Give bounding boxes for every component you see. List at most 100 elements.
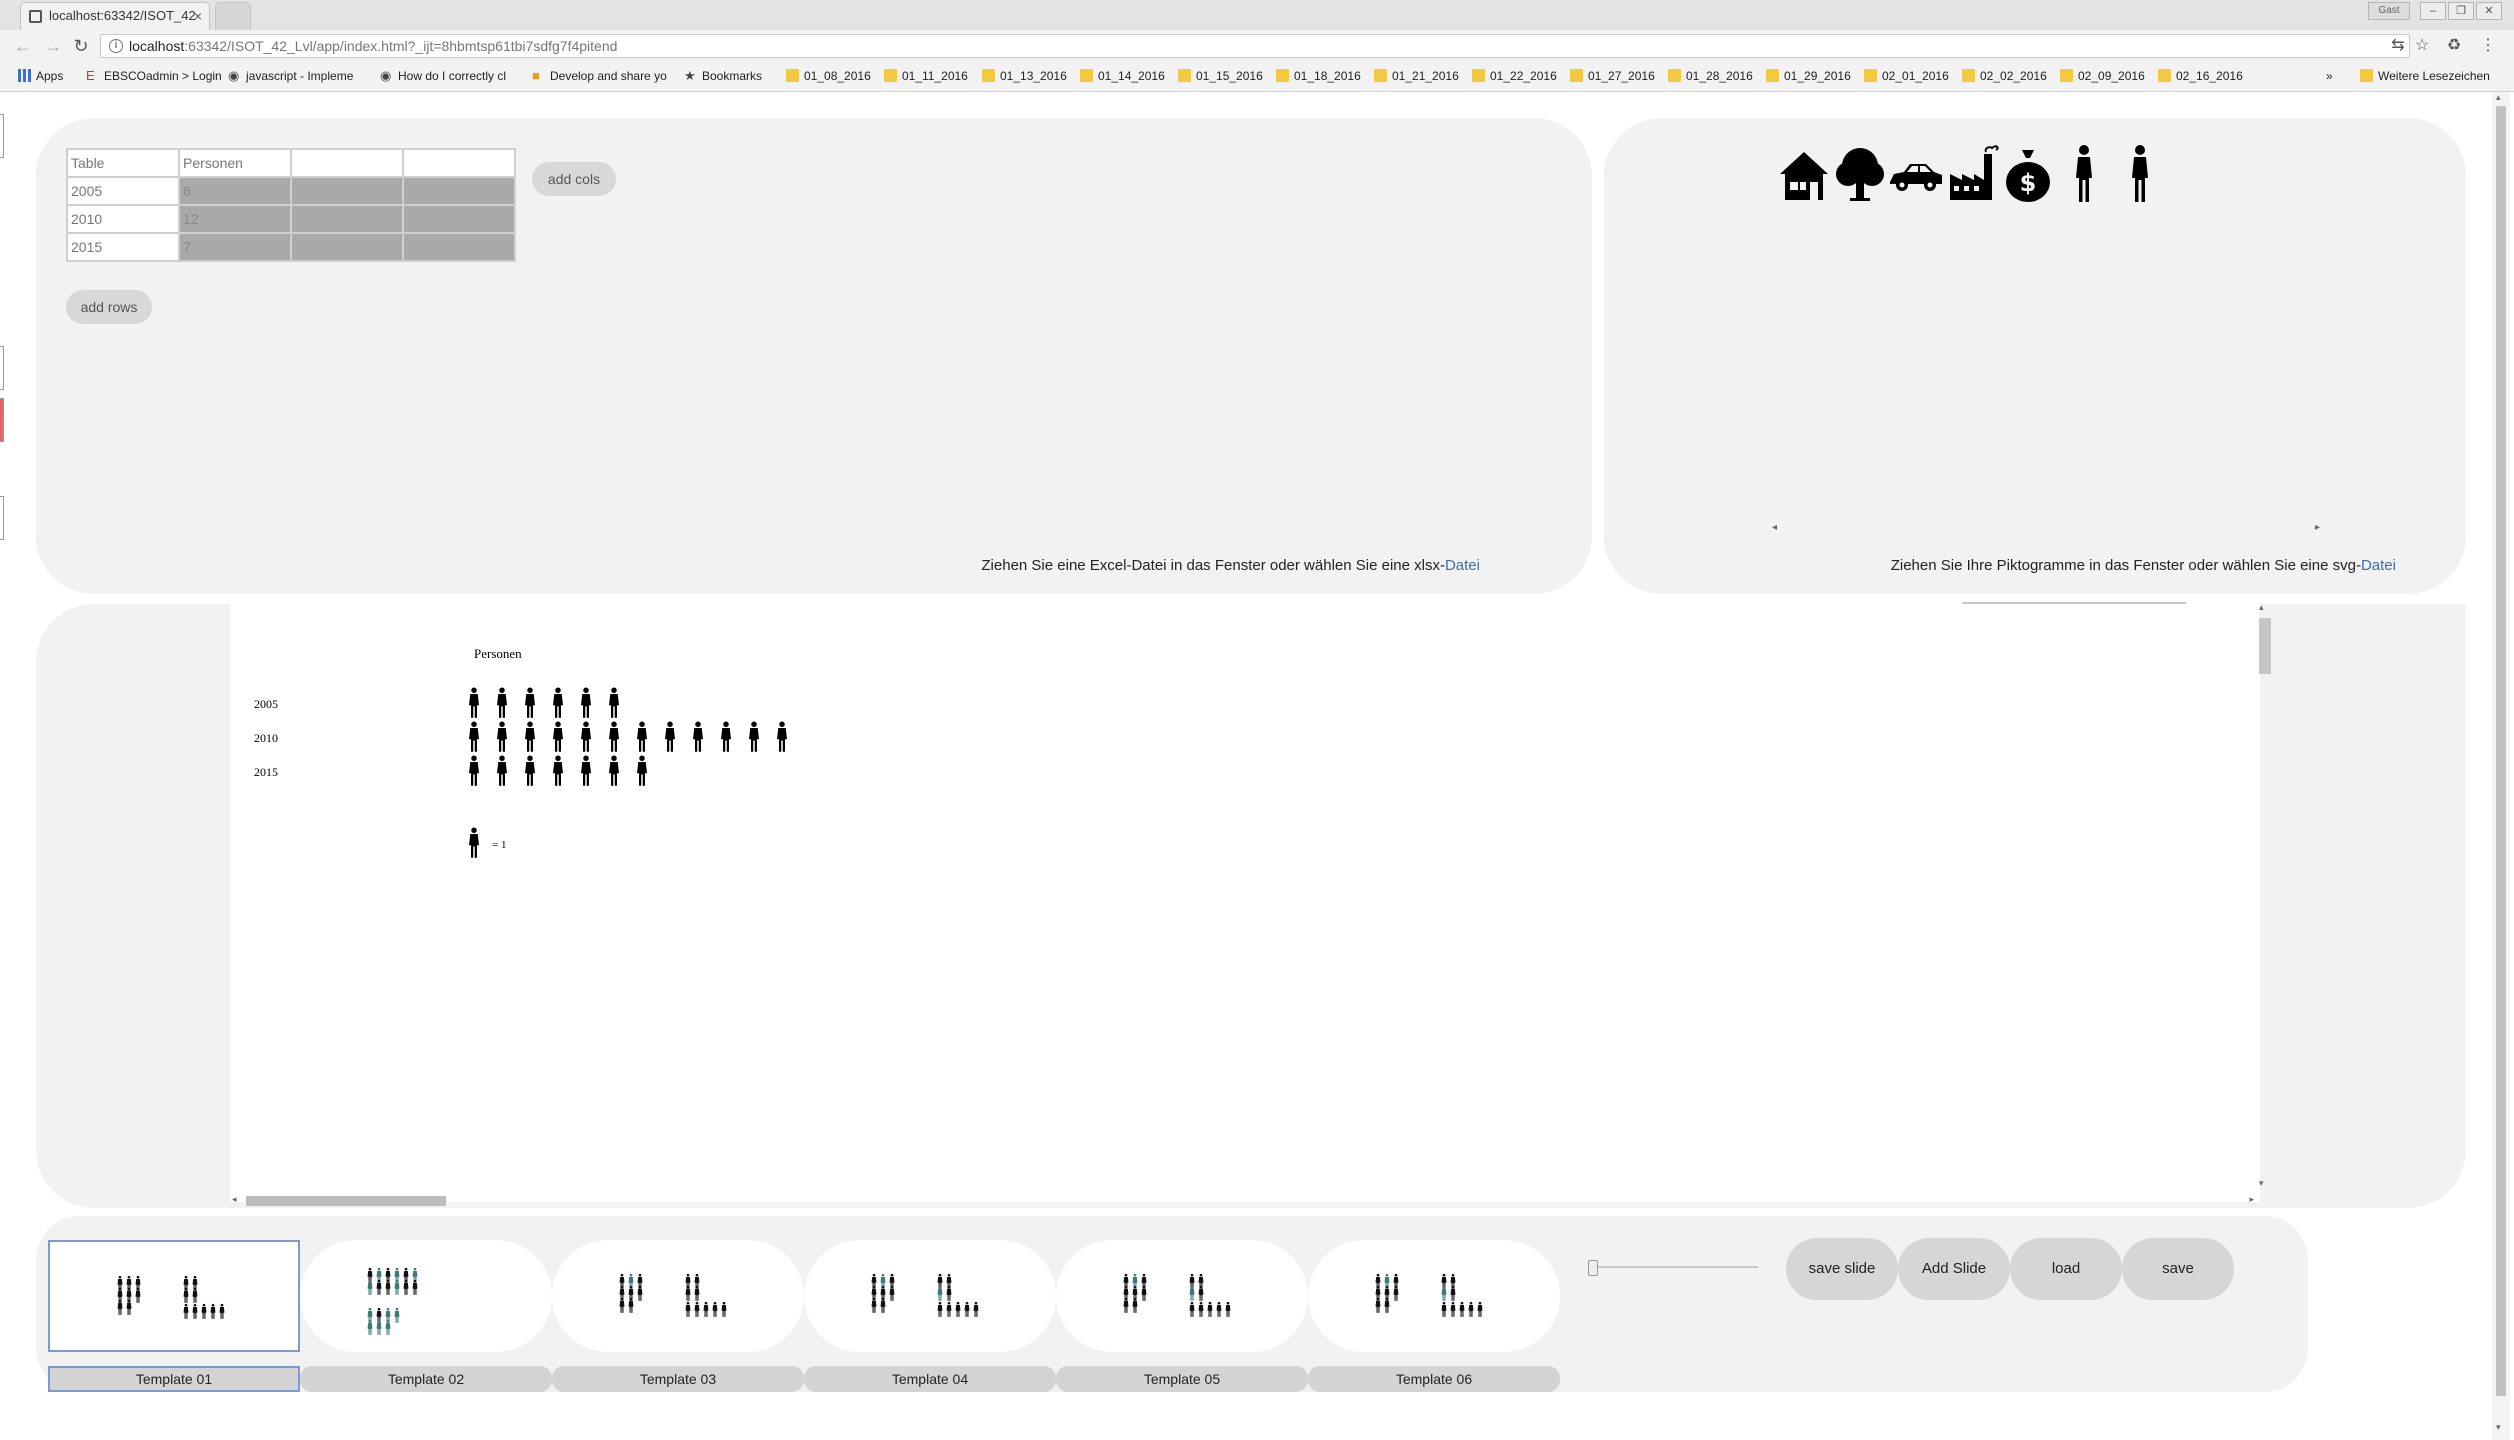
template-label[interactable]: Template 01	[48, 1366, 300, 1392]
bookmark-item[interactable]: 01_21_2016	[1374, 67, 1470, 85]
value-cell[interactable]	[402, 204, 516, 234]
template-label[interactable]: Template 05	[1056, 1366, 1308, 1392]
scroll-right-icon[interactable]: ▸	[2249, 1194, 2254, 1205]
bookmark-item[interactable]: 01_22_2016	[1472, 67, 1568, 85]
preview-horizontal-scrollbar[interactable]: ◂ ▸	[232, 1194, 2254, 1208]
preview-vertical-scrollbar[interactable]: ▴ ▾	[2256, 602, 2272, 1192]
slider-handle[interactable]	[1588, 1260, 1598, 1276]
data-table-panel[interactable]: Table Personen 2005 6 2010 12 2015 7 add cols a…	[36, 118, 1592, 594]
bookmark-item[interactable]: 01_14_2016	[1080, 67, 1176, 85]
save-button[interactable]: save	[2122, 1238, 2234, 1300]
value-cell[interactable]	[402, 176, 516, 206]
house-icon[interactable]	[1776, 144, 1832, 204]
template-thumbnail[interactable]	[1308, 1240, 1560, 1352]
tab-close-icon[interactable]: ×	[194, 3, 202, 29]
add-slide-button[interactable]: Add Slide	[1898, 1238, 2010, 1300]
bookmark-item[interactable]: E EBSCOadmin > Login	[86, 67, 226, 85]
person-icon[interactable]	[2112, 144, 2168, 204]
size-slider[interactable]	[1588, 1258, 1758, 1276]
template-thumbnail[interactable]	[804, 1240, 1056, 1352]
table-header-cell[interactable]: Table	[66, 148, 180, 178]
bookmark-apps[interactable]: Apps	[18, 67, 84, 85]
value-cell[interactable]: 6	[178, 176, 292, 206]
value-cell[interactable]	[290, 176, 404, 206]
svg-file-link[interactable]: Datei	[2361, 557, 2396, 574]
bookmark-item[interactable]: 02_09_2016	[2060, 67, 2156, 85]
template-label[interactable]: Template 06	[1308, 1366, 1560, 1392]
browser-tab-active[interactable]: localhost:63342/ISOT_42 ×	[20, 2, 210, 30]
add-rows-button[interactable]: add rows	[66, 290, 152, 324]
edge-handle[interactable]	[0, 398, 4, 442]
template-label[interactable]: Template 04	[804, 1366, 1056, 1392]
table-header-cell[interactable]: Personen	[178, 148, 292, 178]
bookmark-item[interactable]: 01_18_2016	[1276, 67, 1372, 85]
bookmark-item[interactable]: 02_16_2016	[2158, 67, 2254, 85]
back-arrow-icon[interactable]: ←	[12, 35, 34, 57]
bookmark-item[interactable]: 01_28_2016	[1668, 67, 1764, 85]
address-bar[interactable]: i localhost:63342/ISOT_42_Lvl/app/index.…	[100, 34, 2410, 58]
pictogram-scrollbar[interactable]: ◂ ▸	[1772, 522, 2320, 536]
template-thumbnail[interactable]	[552, 1240, 804, 1352]
minimize-icon[interactable]: –	[2420, 2, 2446, 20]
bookmark-item[interactable]: 01_08_2016	[786, 67, 882, 85]
save-slide-button[interactable]: save slide	[1786, 1238, 1898, 1300]
template-thumbnail[interactable]	[300, 1240, 552, 1352]
scroll-left-icon[interactable]: ◂	[232, 1194, 237, 1205]
close-window-icon[interactable]: ✕	[2476, 2, 2502, 20]
scroll-thumb[interactable]	[2259, 618, 2271, 674]
value-cell[interactable]: 12	[178, 204, 292, 234]
scroll-left-icon[interactable]: ◂	[1772, 522, 1777, 533]
site-info-icon[interactable]: i	[109, 39, 123, 53]
money-bag-icon[interactable]: $	[2000, 144, 2056, 204]
bookmark-item[interactable]: ◉ How do I correctly cl	[380, 67, 530, 85]
row-label-cell[interactable]: 2005	[66, 176, 180, 206]
translate-icon[interactable]: ⇆	[2388, 36, 2408, 56]
scroll-thumb[interactable]	[246, 1196, 446, 1206]
scroll-up-icon[interactable]: ▴	[2496, 92, 2501, 103]
value-cell[interactable]	[290, 204, 404, 234]
bookmark-item[interactable]: ◉ javascript - Impleme	[228, 67, 378, 85]
table-header-cell[interactable]	[402, 148, 516, 178]
new-tab-button[interactable]	[215, 2, 251, 30]
bookmark-item[interactable]: 01_11_2016	[884, 67, 980, 85]
bookmark-item[interactable]: ■ Develop and share yo	[532, 67, 682, 85]
slide-canvas[interactable]: Personen 2005 2010 2015 = 1	[230, 604, 2260, 1202]
xlsx-file-link[interactable]: Datei	[1445, 557, 1480, 574]
bookmark-item[interactable]: ★ Bookmarks	[684, 67, 784, 85]
forward-arrow-icon[interactable]: →	[42, 35, 64, 57]
other-bookmarks[interactable]: Weitere Lesezeichen	[2360, 67, 2506, 85]
car-icon[interactable]	[1888, 144, 1944, 204]
value-cell[interactable]	[402, 232, 516, 262]
table-header-cell[interactable]	[290, 148, 404, 178]
menu-dots-icon[interactable]: ⋮	[2478, 36, 2498, 56]
restore-icon[interactable]: ❐	[2448, 2, 2474, 20]
row-label-cell[interactable]: 2010	[66, 204, 180, 234]
profile-button[interactable]: Gast	[2368, 2, 2410, 20]
scroll-thumb[interactable]	[2496, 106, 2506, 1396]
bookmark-item[interactable]: 02_01_2016	[1864, 67, 1960, 85]
bookmark-item[interactable]: 01_15_2016	[1178, 67, 1274, 85]
add-cols-button[interactable]: add cols	[532, 162, 616, 196]
bookmark-item[interactable]: 01_29_2016	[1766, 67, 1862, 85]
row-label-cell[interactable]: 2015	[66, 232, 180, 262]
template-label[interactable]: Template 02	[300, 1366, 552, 1392]
tree-icon[interactable]	[1832, 144, 1888, 204]
edge-handle[interactable]	[0, 346, 4, 390]
scroll-down-icon[interactable]: ▾	[2496, 1422, 2501, 1433]
value-cell[interactable]: 7	[178, 232, 292, 262]
template-thumbnail[interactable]	[1056, 1240, 1308, 1352]
factory-icon[interactable]	[1944, 144, 2000, 204]
scroll-down-icon[interactable]: ▾	[2259, 1178, 2264, 1189]
template-label[interactable]: Template 03	[552, 1366, 804, 1392]
scroll-right-icon[interactable]: ▸	[2315, 522, 2320, 533]
bookmark-item[interactable]: 01_13_2016	[982, 67, 1078, 85]
pictogram-panel[interactable]: $ ◂ ▸ Ziehen Sie Ihre Piktogramme in das…	[1604, 118, 2466, 594]
bookmark-item[interactable]: 02_02_2016	[1962, 67, 2058, 85]
page-scrollbar[interactable]: ▴ ▾	[2492, 92, 2510, 1440]
edge-handle[interactable]	[0, 496, 4, 540]
star-icon[interactable]: ☆	[2412, 36, 2432, 56]
reload-icon[interactable]: ↻	[70, 35, 92, 57]
value-cell[interactable]	[290, 232, 404, 262]
edge-handle[interactable]	[0, 114, 4, 158]
person-icon[interactable]	[2056, 144, 2112, 204]
